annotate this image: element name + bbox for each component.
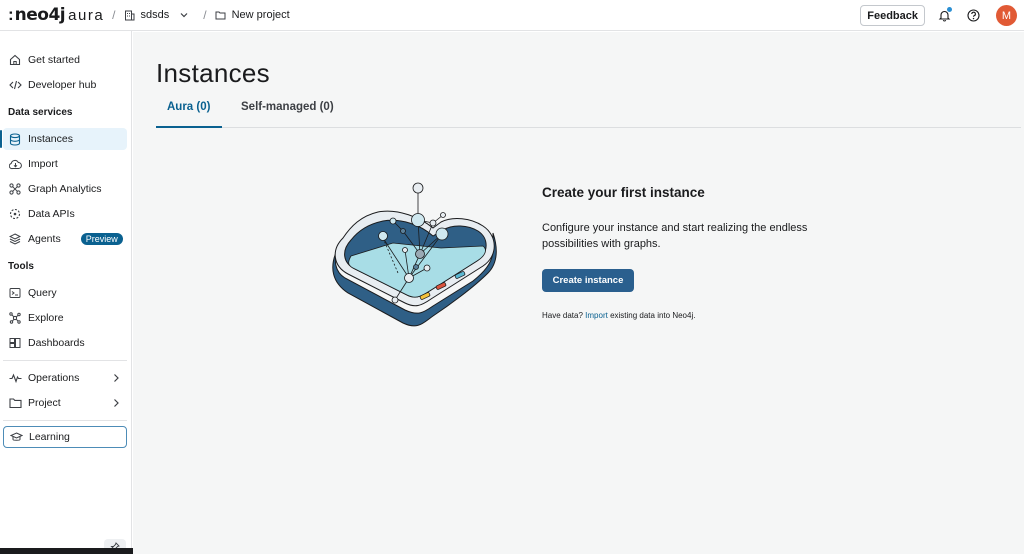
project-breadcrumb[interactable]: New project [215, 9, 290, 21]
section-title-tools: Tools [8, 261, 34, 272]
create-instance-button[interactable]: Create instance [542, 269, 634, 292]
sidebar-item-label: Agents [28, 233, 61, 245]
sidebar-item-label: Graph Analytics [28, 183, 102, 195]
help-icon [966, 9, 980, 22]
sidebar-item-label: Import [28, 158, 58, 170]
sidebar-item-label: Query [28, 287, 57, 299]
sidebar-item-label: Dashboards [28, 337, 85, 349]
sidebar-item-label: Explore [28, 312, 64, 324]
logo-product: aura [68, 6, 105, 24]
home-icon [8, 53, 22, 67]
page-title: Instances [156, 58, 270, 88]
import-hint: Have data? Import existing data into Neo… [542, 311, 695, 320]
sidebar-item-agents[interactable]: Agents Preview [3, 228, 127, 250]
building-icon [124, 10, 135, 20]
terminal-icon [8, 286, 22, 300]
feedback-button[interactable]: Feedback [860, 5, 925, 26]
empty-state-title: Create your first instance [542, 185, 705, 200]
logo-wordmark: neo4j [14, 5, 66, 25]
graph-analytics-icon [8, 182, 22, 196]
notification-dot [947, 6, 952, 12]
empty-state-description: Configure your instance and start realiz… [542, 222, 808, 250]
sidebar-item-import[interactable]: Import [3, 153, 127, 175]
import-hint-prefix: Have data? [542, 311, 583, 320]
sidebar: Get started Developer hub Data services … [0, 31, 132, 554]
help-button[interactable] [963, 6, 983, 26]
sidebar-item-label: Project [28, 397, 61, 409]
sidebar-item-instances[interactable]: Instances [0, 128, 127, 150]
sidebar-item-label: Learning [29, 431, 70, 443]
code-icon [8, 78, 22, 92]
sidebar-item-developer-hub[interactable]: Developer hub [3, 74, 127, 96]
tab-bar: Aura (0) Self-managed (0) [156, 96, 1021, 128]
chevron-right-icon [114, 374, 119, 382]
sidebar-item-label: Operations [28, 372, 80, 384]
org-selector[interactable]: sdsds [124, 9, 196, 21]
project-name: New project [231, 9, 290, 21]
sidebar-item-graph-analytics[interactable]: Graph Analytics [3, 178, 127, 200]
active-tab-indicator [156, 126, 222, 128]
chevron-down-icon [180, 13, 188, 18]
sidebar-divider [3, 420, 127, 421]
folder-icon [8, 396, 22, 410]
import-icon [8, 157, 22, 171]
chevron-right-icon [114, 399, 119, 407]
sidebar-item-get-started[interactable]: Get started [3, 49, 127, 71]
notifications-button[interactable] [934, 6, 954, 26]
sidebar-item-data-apis[interactable]: Data APIs [3, 203, 127, 225]
main-content: Instances Aura (0) Self-managed (0) Crea… [133, 32, 1024, 554]
user-avatar[interactable]: M [996, 5, 1017, 26]
sidebar-item-dashboards[interactable]: Dashboards [3, 332, 127, 354]
tab-self-managed[interactable]: Self-managed (0) [241, 101, 334, 128]
dashboard-icon [8, 336, 22, 350]
sidebar-item-project[interactable]: Project [3, 392, 127, 414]
sidebar-item-query[interactable]: Query [3, 282, 127, 304]
folder-icon [215, 11, 226, 20]
explore-icon [8, 311, 22, 325]
breadcrumb-separator: / [112, 8, 116, 22]
sidebar-item-explore[interactable]: Explore [3, 307, 127, 329]
pulse-icon [8, 371, 22, 385]
sidebar-item-label: Get started [28, 54, 80, 66]
sidebar-item-label: Data APIs [28, 208, 75, 220]
neo4j-aura-logo[interactable]: : neo4j aura [8, 0, 104, 31]
tab-aura[interactable]: Aura (0) [167, 101, 210, 128]
data-apis-icon [8, 207, 22, 221]
database-icon [8, 132, 22, 146]
agents-icon [8, 232, 22, 246]
empty-state-illustration [332, 182, 497, 327]
section-title-data-services: Data services [8, 107, 73, 118]
sidebar-item-label: Instances [28, 133, 73, 145]
org-name: sdsds [140, 9, 170, 21]
preview-badge: Preview [80, 233, 123, 245]
graduation-cap-icon [9, 430, 23, 444]
sidebar-item-learning[interactable]: Learning [3, 426, 127, 448]
sidebar-item-operations[interactable]: Operations [3, 367, 127, 389]
sidebar-divider [3, 360, 127, 361]
sidebar-item-label: Developer hub [28, 79, 97, 91]
breadcrumb-separator: / [203, 8, 207, 22]
top-bar: : neo4j aura / sdsds / New project Feedb… [0, 0, 1024, 31]
import-link[interactable]: Import [585, 311, 608, 320]
import-hint-suffix: existing data into Neo4j. [610, 311, 696, 320]
